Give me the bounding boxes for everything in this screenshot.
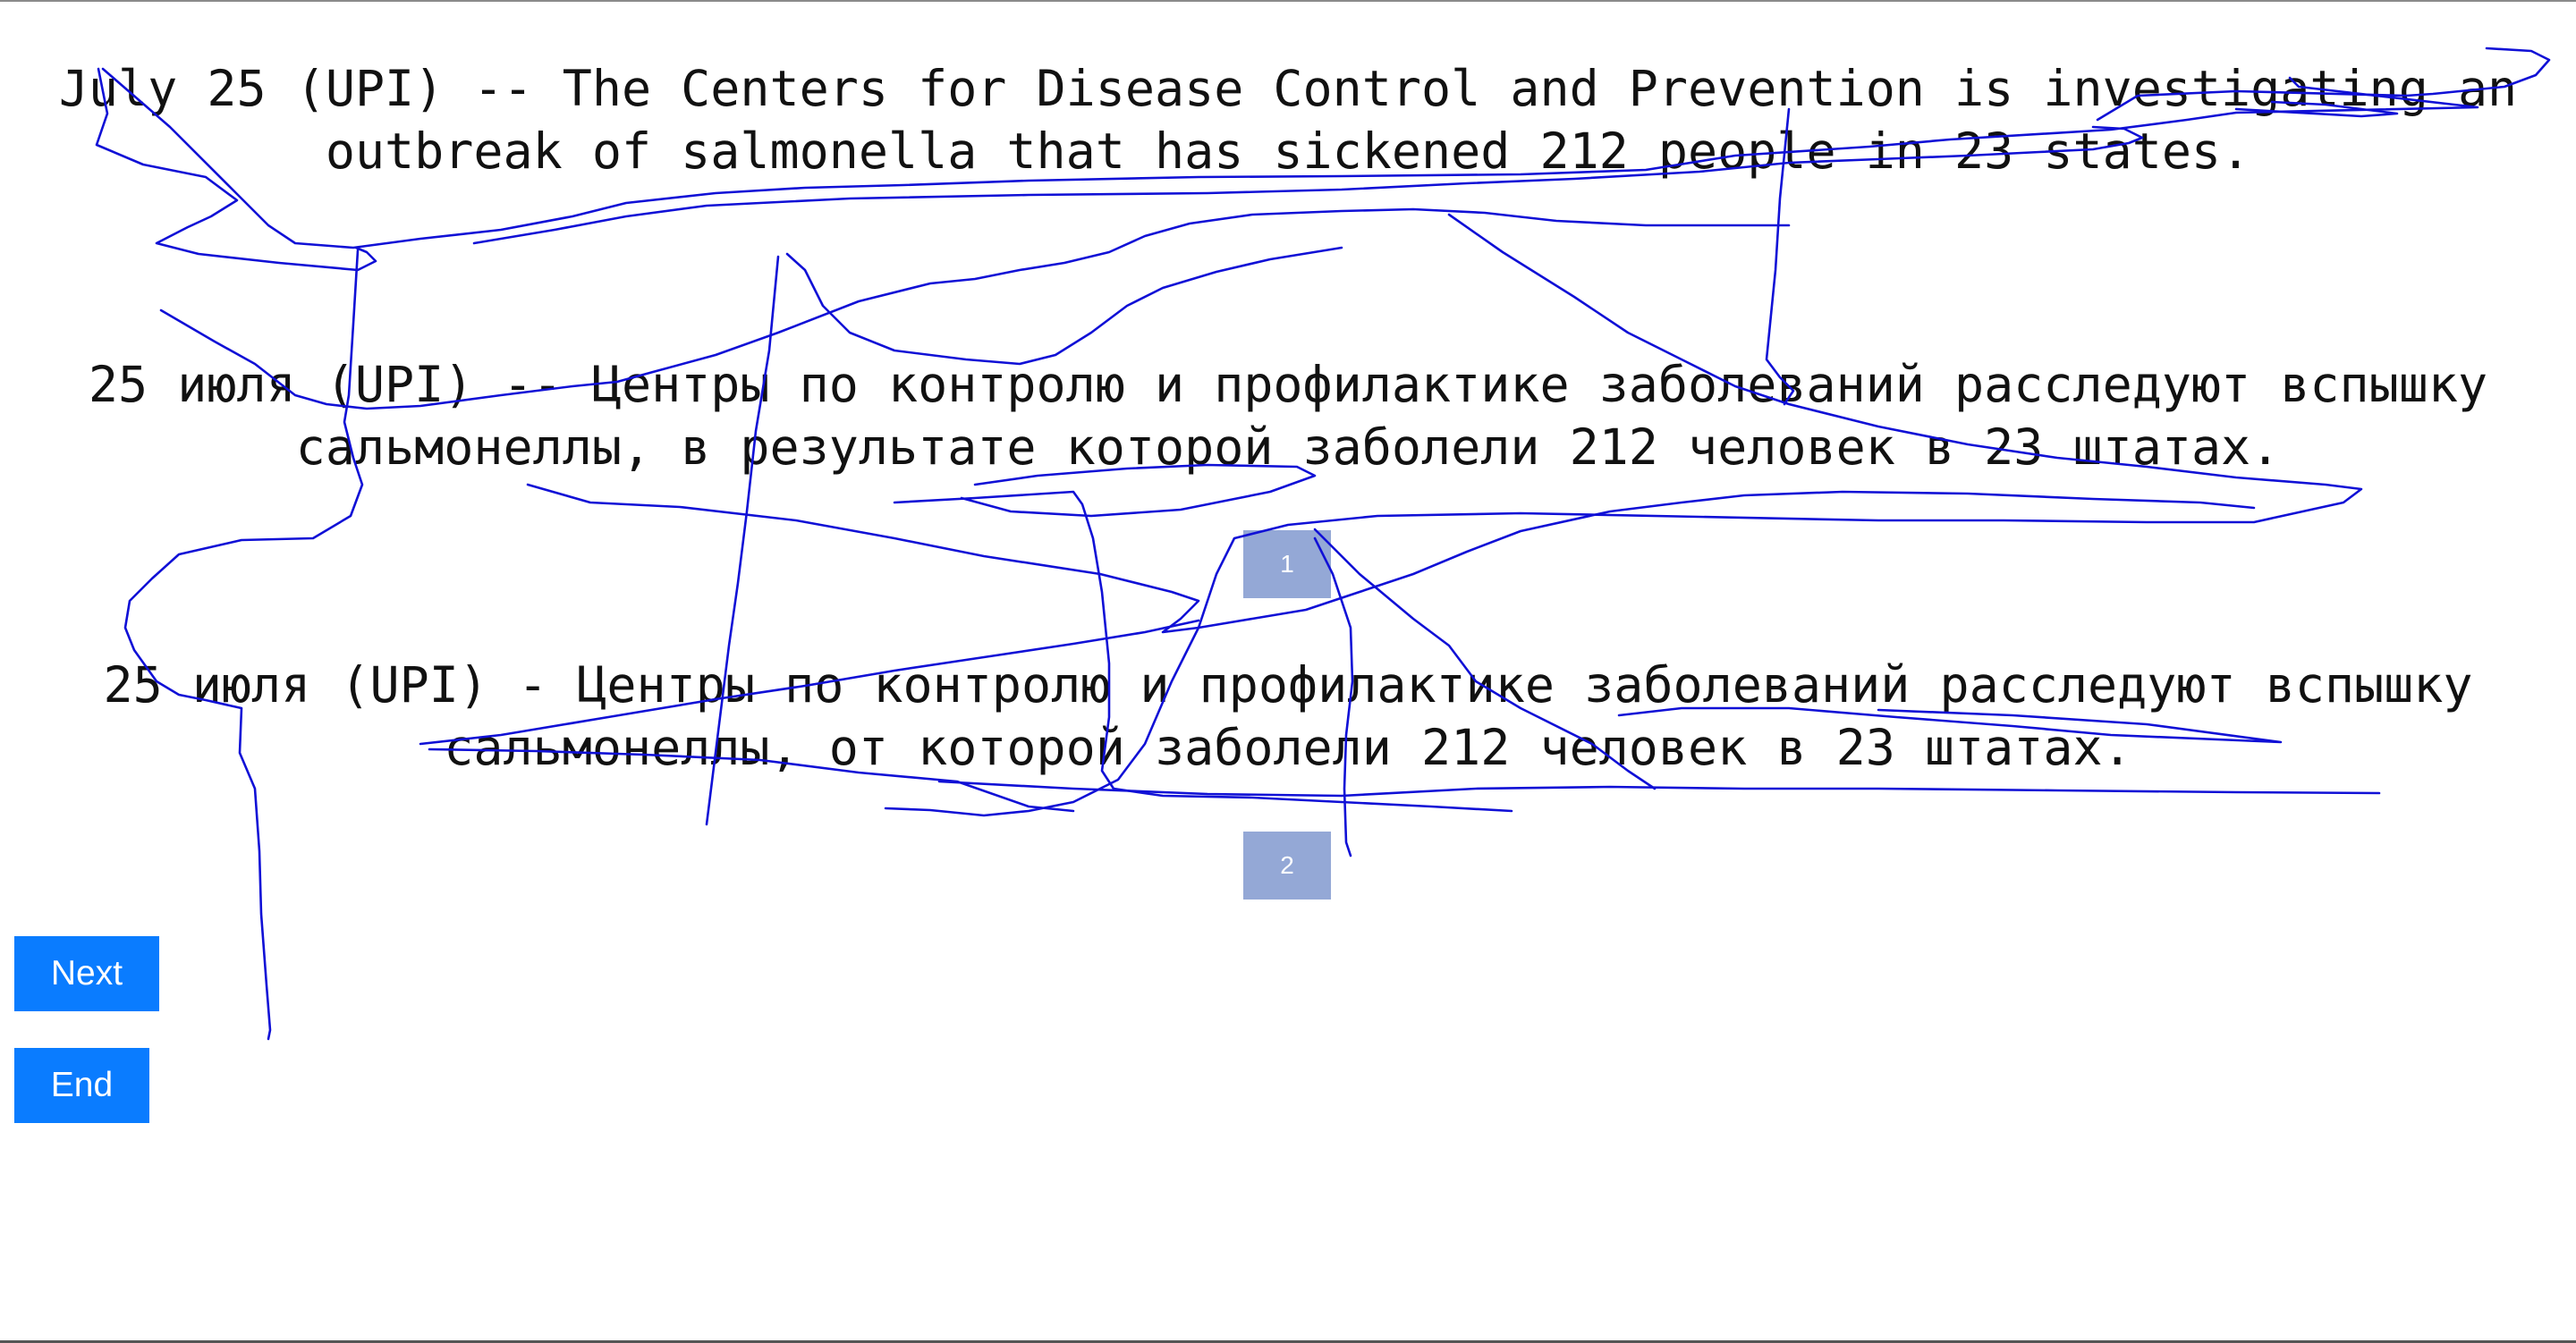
translation-badge-2: 2 <box>1243 832 1331 900</box>
translation-badge-1: 1 <box>1243 530 1331 598</box>
scribble-stroke-center-loop <box>526 483 2256 634</box>
source-sentence: July 25 (UPI) -- The Centers for Disease… <box>58 60 2518 180</box>
scribble-stroke-bottom-long <box>937 780 2381 798</box>
annotation-canvas[interactable]: July 25 (UPI) -- The Centers for Disease… <box>0 0 2576 1343</box>
translation-option-2: 25 июля (UPI) - Центры по контролю и про… <box>103 656 2473 776</box>
translation-option-1: 25 июля (UPI) -- Центры по контролю и пр… <box>88 356 2488 476</box>
end-button[interactable]: End <box>14 1048 149 1123</box>
next-button[interactable]: Next <box>14 936 159 1011</box>
scribble-stroke-upper-mid-arc <box>785 246 1343 366</box>
